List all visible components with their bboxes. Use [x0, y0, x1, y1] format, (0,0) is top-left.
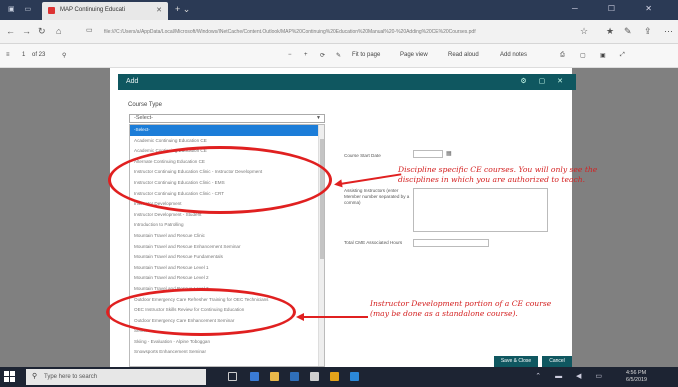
add-notes-button[interactable]: Add notes: [500, 52, 527, 58]
read-aloud-button[interactable]: Read aloud: [448, 52, 479, 58]
address-bar[interactable]: file:///C:/Users/a/AppData/Local/Microso…: [104, 26, 574, 38]
save-close-button[interactable]: Save & Close: [494, 356, 538, 367]
annotation-arrow-icon: [296, 313, 304, 321]
dialog-window-icons[interactable]: ⚙ ▢ ✕: [520, 77, 568, 85]
favorite-star-icon[interactable]: ☆: [580, 26, 588, 37]
windows-taskbar: ⚲ Type here to search ⌃ ▬ ◀ ▭ 4:56 PM 6/…: [0, 367, 678, 387]
instructor-annotation: Instructor Development portion of a CE c…: [370, 299, 552, 318]
close-tab-icon[interactable]: ✕: [156, 6, 162, 14]
clock-date: 6/5/2019: [626, 377, 647, 383]
course-type-option[interactable]: Introduction to Patrolling: [130, 220, 324, 231]
course-start-date-input[interactable]: [413, 150, 443, 158]
scrollbar-thumb[interactable]: [320, 139, 324, 259]
course-type-option[interactable]: Academic Continuing Education CE: [130, 136, 324, 147]
calendar-icon[interactable]: ▦: [446, 150, 452, 157]
file-icon: ▭: [86, 27, 93, 34]
clock-time: 4:56 PM: [626, 370, 647, 376]
total-hours-label: Total CME Associated Hours: [344, 240, 403, 245]
store-icon[interactable]: [290, 372, 299, 381]
discipline-courses-highlight: [108, 146, 332, 214]
contents-icon[interactable]: ≡: [6, 52, 10, 58]
forward-icon[interactable]: →: [22, 26, 31, 36]
assisting-instructors-textarea[interactable]: [413, 188, 548, 232]
browser-tab-bar: ▣ ▭ MAP Continuing Educati ✕ + ⌄ ─ ☐ ✕: [0, 0, 678, 20]
back-icon[interactable]: ←: [6, 26, 15, 36]
total-hours-input[interactable]: [413, 239, 489, 247]
dialog-title: Add: [126, 78, 139, 85]
course-type-option[interactable]: Skiing - Evaluation - Alpine Toboggan: [130, 337, 324, 348]
course-type-select[interactable]: -Select- ▼: [129, 114, 325, 123]
page-number[interactable]: 1: [22, 52, 25, 58]
refresh-icon[interactable]: ↻: [38, 26, 46, 37]
dropdown-scrollbar[interactable]: [318, 125, 324, 366]
course-type-option[interactable]: Mountain Travel and Rescue Level 2: [130, 273, 324, 284]
cancel-button[interactable]: Cancel: [542, 356, 572, 367]
draw-icon[interactable]: ✎: [336, 52, 341, 59]
discipline-annotation: Discipline specific CE courses. You will…: [398, 165, 598, 184]
chevron-down-icon: ▼: [316, 115, 321, 121]
zoom-in-icon[interactable]: +: [304, 52, 308, 58]
browser-tab[interactable]: MAP Continuing Educati ✕: [42, 2, 168, 20]
window-controls[interactable]: ─ ☐ ✕: [572, 4, 666, 13]
dialog-header: Add ⚙ ▢ ✕: [118, 74, 576, 90]
course-type-option[interactable]: Snowsports Enhancement Seminar: [130, 347, 324, 358]
fullscreen-icon[interactable]: ⤢: [620, 52, 625, 59]
windows-start-icon[interactable]: [4, 371, 16, 383]
system-tray-icons[interactable]: ⌃ ▬ ◀ ▭: [535, 372, 608, 380]
app-icon[interactable]: [350, 372, 359, 381]
fit-to-page-button[interactable]: Fit to page: [352, 52, 380, 58]
course-type-selected-value: -Select-: [134, 115, 153, 121]
instructor-development-highlight: [106, 288, 296, 336]
print-icon[interactable]: ⎙: [560, 52, 565, 59]
course-type-option[interactable]: -Select-: [130, 125, 324, 136]
chrome-icon[interactable]: [330, 372, 339, 381]
course-type-label: Course Type: [128, 102, 162, 108]
search-placeholder: Type here to search: [44, 374, 98, 380]
notes-icon[interactable]: ✎: [624, 26, 632, 37]
home-icon[interactable]: ⌂: [56, 26, 61, 36]
course-type-option[interactable]: Mountain Travel and Rescue Level 1: [130, 263, 324, 274]
mail-icon[interactable]: [310, 372, 319, 381]
search-icon[interactable]: ⚲: [62, 52, 66, 59]
course-type-option[interactable]: Mountain Travel and Rescue Fundamentals: [130, 252, 324, 263]
pdf-tab-icon: [48, 7, 55, 14]
pdf-document-area: [0, 68, 678, 367]
new-tab-icon[interactable]: + ⌄: [175, 4, 190, 15]
file-explorer-icon[interactable]: [270, 372, 279, 381]
annotation-arrow-icon: [333, 179, 343, 189]
edge-icon[interactable]: [250, 372, 259, 381]
page-view-button[interactable]: Page view: [400, 52, 428, 58]
course-type-option[interactable]: Mountain Travel and Rescue Clinic: [130, 231, 324, 242]
search-icon: ⚲: [32, 373, 38, 380]
course-type-option[interactable]: Mountain Travel and Rescue Enhancement S…: [130, 242, 324, 253]
taskbar-clock[interactable]: 4:56 PM 6/5/2019: [626, 370, 647, 384]
taskbar-search-box[interactable]: ⚲ Type here to search: [26, 369, 206, 385]
course-start-date-label: Course Start Date: [344, 153, 381, 158]
navigation-bar: ← → ↻ ⌂ ▭ file:///C:/Users/a/AppData/Loc…: [0, 20, 678, 44]
page-count: of 23: [32, 52, 46, 58]
save-icon[interactable]: ▢: [580, 52, 586, 59]
pdf-toolbar: ≡ 1 of 23 ⚲ − + ⟳ ✎ Fit to page Page vie…: [0, 44, 678, 68]
save-as-icon[interactable]: ▣: [600, 52, 606, 59]
rotate-icon[interactable]: ⟳: [320, 52, 325, 59]
share-icon[interactable]: ⇪: [644, 26, 652, 37]
tab-actions-icon[interactable]: ▣ ▭: [8, 5, 35, 13]
annotation-arrow-line: [302, 316, 368, 318]
favorites-icon[interactable]: ★: [606, 26, 614, 37]
more-icon[interactable]: ⋯: [664, 26, 673, 37]
task-view-icon[interactable]: [228, 372, 237, 381]
tab-title: MAP Continuing Educati: [60, 7, 125, 13]
assisting-instructors-label: Assisting Instructors (enter Member numb…: [344, 188, 410, 205]
zoom-out-icon[interactable]: −: [288, 52, 292, 58]
